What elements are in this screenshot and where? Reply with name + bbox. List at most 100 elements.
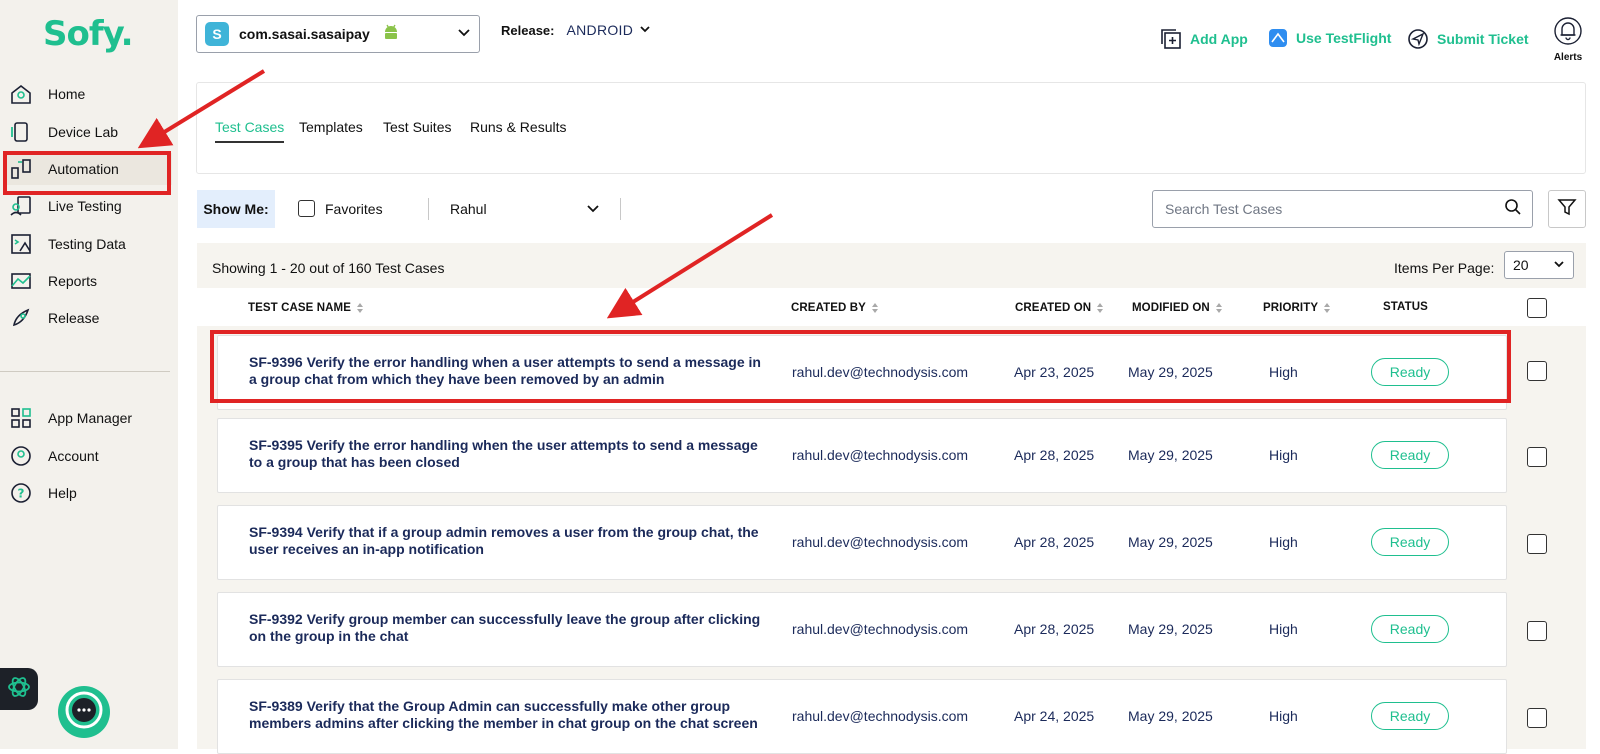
alerts-button[interactable]: Alerts — [1548, 16, 1588, 63]
test-case-name[interactable]: SF-9392 Verify group member can successf… — [249, 611, 769, 645]
add-app-icon — [1160, 28, 1182, 50]
sidebar-item-reports[interactable]: Reports — [6, 265, 172, 297]
testflight-icon — [1268, 28, 1288, 48]
search-input[interactable] — [1163, 200, 1504, 218]
openai-widget-button[interactable] — [0, 668, 38, 710]
column-header-modified-on[interactable]: MODIFIED ON — [1132, 301, 1223, 315]
home-icon — [8, 81, 34, 107]
row-checkbox[interactable] — [1527, 621, 1547, 641]
show-me-label: Show Me: — [197, 190, 275, 228]
created-on: Apr 28, 2025 — [1014, 447, 1095, 463]
chevron-down-icon — [1553, 257, 1565, 273]
sidebar: Sofy. Home Device Lab Automation Live Te… — [0, 0, 178, 749]
search-box — [1152, 190, 1533, 228]
sidebar-item-help[interactable]: ? Help — [6, 477, 172, 509]
android-icon — [382, 23, 400, 46]
row-checkbox[interactable] — [1527, 708, 1547, 728]
user-filter-select[interactable]: Rahul — [450, 195, 600, 223]
send-icon — [1407, 28, 1429, 50]
test-case-name[interactable]: SF-9395 Verify the error handling when t… — [249, 437, 769, 471]
sidebar-item-app-manager[interactable]: App Manager — [6, 402, 172, 434]
submit-ticket-button[interactable]: Submit Ticket — [1407, 28, 1529, 50]
tab-test-cases[interactable]: Test Cases — [215, 119, 285, 143]
tab-runs-results[interactable]: Runs & Results — [470, 119, 566, 135]
modified-on: May 29, 2025 — [1128, 447, 1213, 463]
app-logo-icon: S — [205, 22, 229, 46]
sort-icon — [1323, 301, 1331, 315]
row-checkbox[interactable] — [1527, 534, 1547, 554]
use-testflight-button[interactable]: Use TestFlight — [1268, 28, 1391, 48]
select-all-checkbox[interactable] — [1527, 298, 1547, 318]
status-badge: Ready — [1371, 528, 1449, 556]
release-selector[interactable]: Release: ANDROID — [501, 22, 651, 38]
app-name: com.sasai.sasaipay — [239, 26, 370, 42]
submit-ticket-label: Submit Ticket — [1437, 31, 1529, 47]
sort-icon — [871, 301, 879, 315]
table-header: TEST CASE NAME CREATED BY CREATED ON MOD… — [197, 288, 1586, 326]
release-value: ANDROID — [566, 22, 634, 38]
sort-icon — [1215, 301, 1223, 315]
sidebar-item-label: Live Testing — [48, 198, 122, 214]
created-by: rahul.dev@technodysis.com — [792, 621, 969, 637]
sidebar-item-home[interactable]: Home — [6, 78, 172, 110]
chat-support-button[interactable] — [58, 686, 110, 738]
column-header-status: STATUS — [1383, 301, 1428, 313]
column-header-priority[interactable]: PRIORITY — [1263, 301, 1331, 315]
sofy-logo[interactable]: Sofy. — [43, 14, 134, 54]
reports-icon — [8, 268, 34, 294]
sidebar-item-release[interactable]: Release — [6, 302, 172, 334]
test-case-name[interactable]: SF-9389 Verify that the Group Admin can … — [249, 698, 769, 732]
grid-icon — [8, 405, 34, 431]
chevron-down-icon — [586, 201, 600, 218]
favorites-checkbox[interactable] — [298, 200, 315, 217]
table-row[interactable]: SF-9395 Verify the error handling when t… — [217, 418, 1507, 493]
sidebar-item-testing-data[interactable]: Testing Data — [6, 228, 172, 260]
showing-count: Showing 1 - 20 out of 160 Test Cases — [212, 260, 445, 276]
svg-text:?: ? — [18, 487, 25, 501]
column-header-created-on[interactable]: CREATED ON — [1015, 301, 1104, 315]
priority: High — [1269, 708, 1298, 724]
tab-test-suites[interactable]: Test Suites — [383, 119, 451, 135]
status-badge: Ready — [1371, 615, 1449, 643]
app-selector[interactable]: S com.sasai.sasaipay — [196, 15, 480, 53]
sidebar-item-label: Home — [48, 86, 86, 102]
help-icon: ? — [8, 480, 34, 506]
modified-on: May 29, 2025 — [1128, 708, 1213, 724]
items-per-page-label: Items Per Page: — [1394, 260, 1495, 276]
sidebar-item-account[interactable]: Account — [6, 440, 172, 472]
column-header-created-by[interactable]: CREATED BY — [791, 301, 879, 315]
status-badge: Ready — [1371, 441, 1449, 469]
items-per-page-value: 20 — [1513, 257, 1529, 273]
test-case-name[interactable]: SF-9394 Verify that if a group admin rem… — [249, 524, 769, 558]
created-on: Apr 24, 2025 — [1014, 708, 1095, 724]
sidebar-item-label: Reports — [48, 273, 98, 289]
tab-templates[interactable]: Templates — [299, 119, 363, 135]
table-row[interactable]: SF-9389 Verify that the Group Admin can … — [217, 679, 1507, 754]
annotation-highlight-automation — [3, 151, 171, 195]
add-app-label: Add App — [1190, 31, 1248, 47]
annotation-highlight-first-row — [210, 330, 1511, 403]
created-by: rahul.dev@technodysis.com — [792, 534, 969, 550]
filter-button[interactable] — [1548, 190, 1586, 228]
priority: High — [1269, 534, 1298, 550]
sidebar-item-label: Help — [48, 485, 77, 501]
account-icon — [8, 443, 34, 469]
search-icon[interactable] — [1504, 198, 1522, 221]
column-header-name[interactable]: TEST CASE NAME — [248, 301, 364, 315]
row-checkbox[interactable] — [1527, 361, 1547, 381]
chevron-down-icon — [639, 23, 651, 38]
live-testing-icon — [8, 193, 34, 219]
release-label: Release: — [501, 22, 555, 38]
table-row[interactable]: SF-9392 Verify group member can successf… — [217, 592, 1507, 667]
sort-icon — [1096, 301, 1104, 315]
table-row[interactable]: SF-9394 Verify that if a group admin rem… — [217, 505, 1507, 580]
items-per-page-select[interactable]: 20 — [1504, 251, 1574, 279]
sidebar-item-device-lab[interactable]: Device Lab — [6, 116, 172, 148]
filter-icon — [1557, 197, 1577, 222]
release-icon — [8, 305, 34, 331]
filter-separator — [428, 198, 429, 220]
sort-icon — [356, 301, 364, 315]
modified-on: May 29, 2025 — [1128, 621, 1213, 637]
row-checkbox[interactable] — [1527, 447, 1547, 467]
add-app-button[interactable]: Add App — [1160, 28, 1248, 50]
